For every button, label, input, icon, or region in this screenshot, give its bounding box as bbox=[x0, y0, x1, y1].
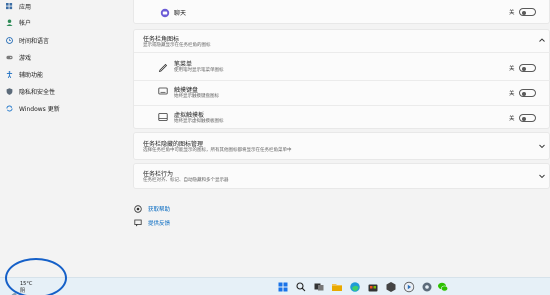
sidebar-item-label: 辅助功能 bbox=[19, 71, 44, 79]
file-explorer-icon[interactable] bbox=[331, 281, 343, 293]
chevron-up-icon[interactable] bbox=[538, 36, 546, 44]
keyboard-icon bbox=[158, 86, 168, 96]
sidebar-item-label: 时间和语言 bbox=[19, 37, 50, 45]
help-icon bbox=[134, 205, 142, 213]
hidden-icons-subtitle: 选择任务栏角中可能显示的图标，所有其他图标都将显示在任务栏角菜单中 bbox=[143, 148, 292, 153]
search-icon[interactable] bbox=[295, 281, 307, 293]
sidebar-item-accessibility[interactable]: 辅助功能 bbox=[6, 67, 43, 81]
sidebar-item-label: 隐私和安全性 bbox=[19, 88, 56, 96]
sidebar-item-gaming[interactable]: 游戏 bbox=[6, 50, 31, 64]
pen-menu-subtitle: 使用笔时显示笔菜单图标 bbox=[174, 68, 224, 73]
taskbar-behaviors-subtitle: 任务栏对齐、标记、自动隐藏和多个显示器 bbox=[143, 178, 229, 183]
pen-menu-toggle-state: 关 bbox=[509, 66, 515, 72]
chevron-down-icon[interactable] bbox=[538, 142, 546, 150]
divider bbox=[134, 52, 550, 53]
sidebar-item-privacy[interactable]: 隐私和安全性 bbox=[6, 84, 55, 98]
touch-keyboard-toggle-state: 关 bbox=[509, 91, 515, 97]
cloud-icon bbox=[11, 283, 18, 295]
store-icon[interactable] bbox=[367, 281, 379, 293]
windows-start-icon[interactable] bbox=[277, 281, 289, 293]
sidebar-item-time-language[interactable]: 时间和语言 bbox=[6, 33, 49, 47]
settings-gear-icon[interactable] bbox=[421, 281, 433, 293]
sidebar-item-apps[interactable]: 应用 bbox=[6, 0, 31, 13]
get-help-link[interactable]: 获取帮助 bbox=[148, 205, 170, 213]
app-icon[interactable] bbox=[385, 281, 397, 293]
chat-icon bbox=[160, 8, 170, 18]
chat-toggle[interactable] bbox=[519, 8, 536, 16]
hidden-icons-section[interactable]: 任务栏隐藏的图标管理 选择任务栏角中可能显示的图标，所有其他图标都将显示在任务栏… bbox=[133, 132, 550, 160]
sidebar-item-windows-update[interactable]: Windows 更新 bbox=[6, 101, 60, 115]
chat-toggle-state: 关 bbox=[509, 10, 515, 16]
touch-keyboard-subtitle: 始终显示触摸键盘图标 bbox=[174, 94, 219, 99]
settings-sidebar: 应用 帐户 时间和语言 游戏 辅助功能 隐私和安全性 Windows 更新 bbox=[0, 0, 133, 277]
chat-label: 聊天 bbox=[174, 10, 187, 17]
feedback-link[interactable]: 提供反馈 bbox=[148, 219, 170, 227]
sidebar-item-label: 帐户 bbox=[19, 19, 32, 27]
account-icon bbox=[6, 18, 13, 26]
windows-update-icon bbox=[6, 105, 13, 112]
touch-keyboard-toggle[interactable] bbox=[519, 89, 536, 97]
sidebar-item-account[interactable]: 帐户 bbox=[6, 15, 31, 29]
time-language-icon bbox=[6, 36, 13, 44]
virtual-touchpad-toggle-state: 关 bbox=[509, 116, 515, 122]
accessibility-icon bbox=[6, 70, 13, 78]
wechat-icon[interactable] bbox=[437, 281, 449, 293]
privacy-shield-icon bbox=[6, 87, 13, 95]
weather-condition: 阴 bbox=[20, 288, 26, 294]
taskbar-behaviors-section[interactable]: 任务栏行为 任务栏对齐、标记、自动隐藏和多个显示器 bbox=[133, 163, 550, 189]
weather-widget[interactable]: 15°C 阴 bbox=[11, 281, 41, 295]
task-view-icon[interactable] bbox=[313, 281, 325, 293]
virtual-touchpad-toggle[interactable] bbox=[519, 114, 536, 122]
taskbar-settings-page: 聊天 关 任务栏角图标 显示或隐藏显示在任务栏角的图标 笔菜单 使用笔时显示笔菜… bbox=[133, 0, 550, 277]
divider bbox=[134, 80, 550, 81]
sidebar-item-label: 游戏 bbox=[19, 54, 32, 62]
media-player-icon[interactable] bbox=[403, 281, 415, 293]
sidebar-item-label: Windows 更新 bbox=[19, 105, 60, 113]
windows-taskbar: 15°C 阴 bbox=[0, 277, 550, 295]
sidebar-item-label: 应用 bbox=[19, 3, 32, 11]
divider bbox=[134, 105, 550, 106]
gaming-icon bbox=[6, 54, 13, 61]
virtual-touchpad-subtitle: 始终显示虚拟触摸板图标 bbox=[174, 119, 224, 124]
chevron-down-icon[interactable] bbox=[538, 172, 546, 180]
chat-row: 聊天 关 bbox=[133, 0, 550, 24]
corner-icons-section: 任务栏角图标 显示或隐藏显示在任务栏角的图标 笔菜单 使用笔时显示笔菜单图标 关… bbox=[133, 29, 550, 129]
apps-icon bbox=[6, 2, 13, 10]
pen-menu-toggle[interactable] bbox=[519, 64, 536, 72]
feedback-icon bbox=[134, 219, 142, 227]
pen-icon bbox=[158, 62, 168, 72]
corner-icons-subtitle: 显示或隐藏显示在任务栏角的图标 bbox=[143, 43, 211, 48]
touchpad-icon bbox=[158, 112, 168, 122]
edge-browser-icon[interactable] bbox=[349, 281, 361, 293]
